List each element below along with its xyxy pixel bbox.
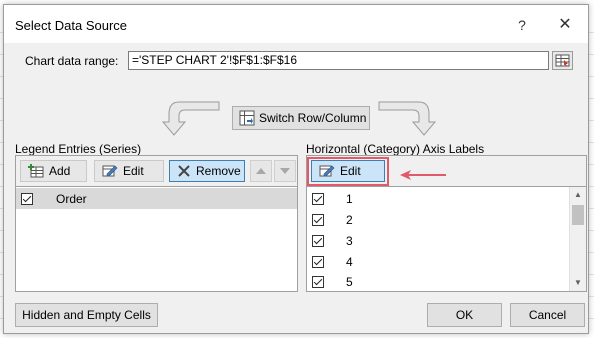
legend-entries-panel: Add Edit Remove Order: [15, 155, 298, 292]
axis-item-label: 5: [346, 274, 353, 289]
ok-button[interactable]: OK: [427, 303, 502, 327]
axis-item-checkbox[interactable]: [312, 192, 324, 205]
red-pointer-arrow-icon: [400, 170, 446, 180]
scroll-thumb[interactable]: [572, 205, 584, 225]
ok-label: OK: [455, 308, 474, 322]
curved-arrow-right-icon: [378, 101, 437, 136]
switch-row-column-label: Switch Row/Column: [259, 111, 367, 125]
triangle-down-icon: [280, 168, 290, 174]
title-bar: Select Data Source ? ✕: [4, 5, 588, 43]
remove-series-label: Remove: [196, 164, 241, 178]
move-up-button[interactable]: [250, 160, 272, 182]
series-checkbox[interactable]: [21, 192, 33, 205]
dialog-title: Select Data Source: [15, 18, 128, 33]
edit-highlight-box: [307, 157, 389, 186]
edit-series-label: Edit: [123, 164, 144, 178]
help-button[interactable]: ?: [512, 15, 532, 35]
legend-entries-header: Legend Entries (Series): [15, 142, 142, 156]
series-label: Order: [56, 191, 87, 206]
axis-labels-header: Horizontal (Category) Axis Labels: [306, 142, 485, 156]
axis-item-checkbox[interactable]: [312, 213, 324, 226]
cancel-label: Cancel: [528, 308, 567, 322]
legend-toolbar: Add Edit Remove: [16, 156, 297, 187]
scroll-up-icon[interactable]: ▲: [570, 187, 586, 203]
axis-item-label: 4: [346, 254, 353, 269]
scroll-down-icon[interactable]: ▼: [570, 275, 586, 291]
list-item[interactable]: 1: [307, 188, 569, 209]
axis-item-checkbox[interactable]: [312, 255, 324, 268]
axis-item-label: 1: [346, 191, 353, 206]
list-item[interactable]: 5: [307, 272, 569, 291]
remove-series-button[interactable]: Remove: [169, 160, 245, 182]
hidden-empty-cells-label: Hidden and Empty Cells: [22, 308, 151, 322]
triangle-up-icon: [256, 168, 266, 174]
axis-item-checkbox[interactable]: [312, 275, 324, 288]
add-table-icon: [28, 164, 44, 178]
cancel-button[interactable]: Cancel: [510, 303, 585, 327]
move-down-button[interactable]: [274, 160, 296, 182]
select-data-source-dialog: Select Data Source ? ✕ Chart data range:…: [3, 4, 589, 334]
add-series-label: Add: [49, 164, 71, 178]
chart-data-range-label: Chart data range:: [25, 54, 119, 68]
axis-list-scrollbar[interactable]: ▲ ▼: [569, 187, 586, 291]
list-item[interactable]: 3: [307, 230, 569, 251]
list-item[interactable]: 4: [307, 251, 569, 272]
range-picker-icon: [555, 54, 570, 67]
add-series-button[interactable]: Add: [20, 160, 87, 182]
list-item[interactable]: 2: [307, 209, 569, 230]
range-picker-button[interactable]: [552, 51, 573, 70]
edit-series-button[interactable]: Edit: [94, 160, 164, 182]
remove-x-icon: [177, 164, 191, 178]
hidden-empty-cells-button[interactable]: Hidden and Empty Cells: [15, 303, 158, 327]
edit-pencil-icon: [102, 164, 118, 178]
axis-item-checkbox[interactable]: [312, 234, 324, 247]
curved-arrow-left-icon: [161, 101, 220, 136]
axis-item-label: 3: [346, 233, 353, 248]
close-button[interactable]: ✕: [555, 15, 575, 35]
chart-data-range-input[interactable]: ='STEP CHART 2'!$F$1:$F$16: [128, 51, 549, 70]
axis-item-label: 2: [346, 212, 353, 227]
switch-row-column-icon: [239, 110, 255, 126]
switch-row-column-button[interactable]: Switch Row/Column: [232, 106, 370, 130]
list-item[interactable]: Order: [16, 188, 297, 209]
